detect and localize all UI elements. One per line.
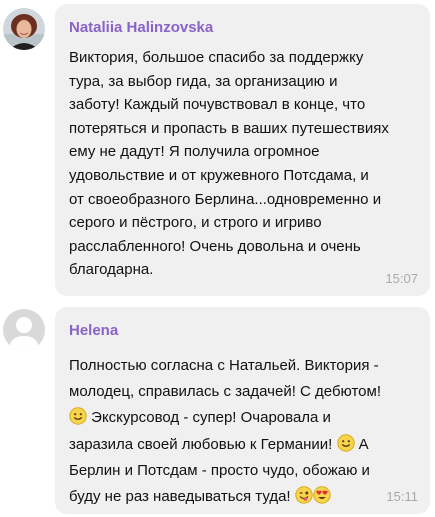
sender-name[interactable]: Nataliia Halinzovska	[69, 18, 416, 38]
message-bubble[interactable]: Nataliia Halinzovska Виктория, большое с…	[55, 4, 430, 296]
text-part: Экскурсовод - супер! Очаровала и заразил…	[69, 409, 333, 453]
wink-tongue-emoji-icon	[295, 486, 313, 504]
user-photo-icon	[3, 8, 45, 50]
message-time: 15:07	[385, 271, 418, 286]
sender-name[interactable]: Helena	[69, 321, 416, 341]
smile-emoji-icon	[336, 433, 355, 452]
heart-eyes-emoji-icon	[313, 486, 331, 504]
avatar-helena[interactable]	[3, 309, 45, 351]
message-time: 15:11	[386, 489, 418, 504]
smile-emoji-icon	[69, 407, 87, 426]
avatar-nataliia[interactable]	[3, 8, 45, 50]
default-avatar-icon	[3, 309, 45, 351]
message-text: Полностью согласна с Натальей. Виктория …	[69, 353, 409, 510]
message-text: Виктория, большое спасибо за поддержку т…	[69, 49, 389, 279]
message-bubble[interactable]: Helena Полностью согласна с Натальей. Ви…	[55, 307, 430, 514]
text-part: Полностью согласна с Натальей. Виктория …	[69, 357, 381, 401]
